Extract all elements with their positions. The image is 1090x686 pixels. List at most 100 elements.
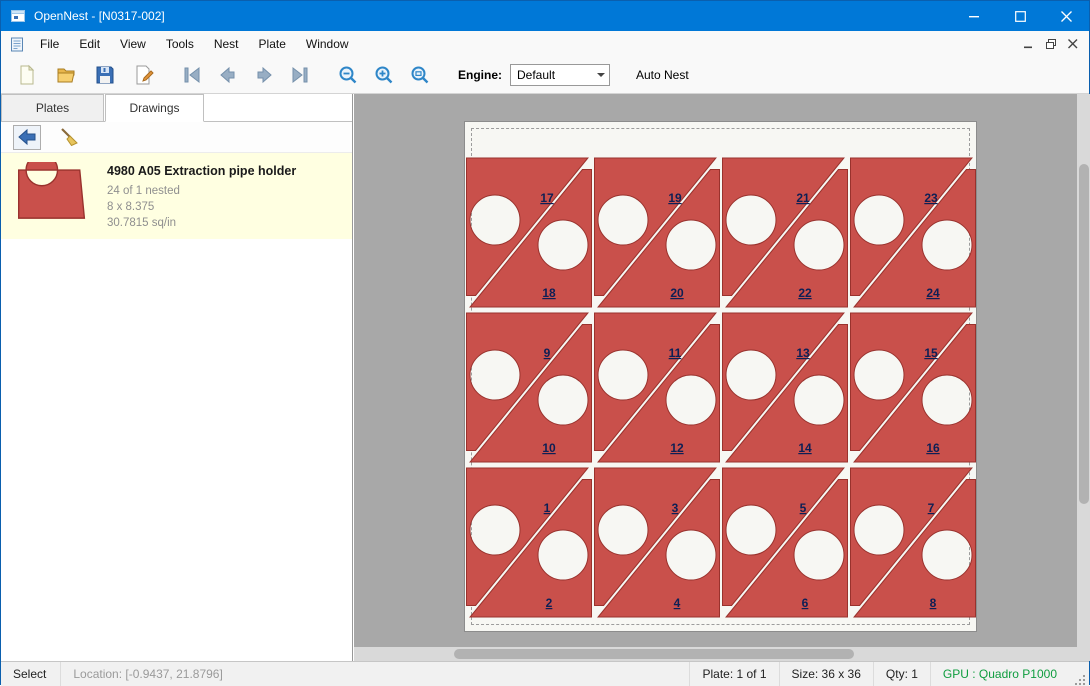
part-number: 14 bbox=[798, 441, 812, 455]
nested-part-pair[interactable]: 23 24 bbox=[849, 156, 977, 309]
zoom-out-button[interactable] bbox=[334, 61, 362, 89]
open-button[interactable] bbox=[52, 61, 80, 89]
title-bar[interactable]: OpenNest - [N0317-002] bbox=[1, 1, 1089, 31]
mdi-restore-button[interactable] bbox=[1040, 34, 1062, 54]
drawing-area: 30.7815 sq/in bbox=[107, 215, 296, 231]
status-plate: Plate: 1 of 1 bbox=[689, 662, 778, 686]
drawing-title: 4980 A05 Extraction pipe holder bbox=[107, 164, 296, 178]
part-number: 16 bbox=[926, 441, 940, 455]
drawing-size: 8 x 8.375 bbox=[107, 199, 296, 215]
nested-part-pair[interactable]: 12 bbox=[465, 466, 593, 619]
blue-left-arrow-icon bbox=[16, 126, 38, 148]
new-button[interactable] bbox=[13, 61, 41, 89]
part-number: 5 bbox=[800, 501, 807, 515]
previous-plate-icon bbox=[217, 64, 239, 86]
app-icon bbox=[10, 8, 26, 24]
clean-button[interactable] bbox=[55, 125, 83, 150]
nested-part-pair[interactable]: 13 14 bbox=[721, 311, 849, 464]
nested-part-pair[interactable]: 56 bbox=[721, 466, 849, 619]
part-number: 21 bbox=[796, 191, 810, 205]
tab-drawings[interactable]: Drawings bbox=[105, 94, 204, 122]
part-number: 11 bbox=[669, 346, 682, 360]
horizontal-scrollbar[interactable] bbox=[354, 647, 1077, 661]
nested-part-pair[interactable]: 34 bbox=[593, 466, 721, 619]
part-number: 13 bbox=[796, 346, 810, 360]
part-number: 23 bbox=[924, 191, 938, 205]
menu-view[interactable]: View bbox=[110, 32, 156, 56]
broom-icon bbox=[58, 126, 80, 148]
document-icon bbox=[10, 37, 24, 52]
first-plate-button[interactable] bbox=[178, 61, 206, 89]
part-number: 6 bbox=[802, 596, 809, 610]
tab-plates[interactable]: Plates bbox=[1, 94, 104, 121]
part-thumbnail bbox=[13, 160, 91, 230]
auto-nest-button[interactable]: Auto Nest bbox=[636, 68, 689, 82]
minimize-button[interactable] bbox=[951, 1, 997, 31]
nested-part-pair[interactable]: 78 bbox=[849, 466, 977, 619]
engine-label: Engine: bbox=[458, 68, 502, 82]
close-button[interactable] bbox=[1043, 1, 1089, 31]
scrollbar-corner bbox=[1077, 647, 1090, 661]
vertical-scrollbar[interactable] bbox=[1077, 94, 1090, 647]
menu-bar: File Edit View Tools Nest Plate Window bbox=[1, 31, 1089, 57]
return-part-button[interactable] bbox=[13, 125, 41, 150]
drawing-nested-count: 24 of 1 nested bbox=[107, 183, 296, 199]
mdi-close-button[interactable] bbox=[1062, 34, 1084, 54]
nest-canvas[interactable]: 171819202122232491011121314151612345678 bbox=[354, 94, 1090, 661]
part-number: 22 bbox=[798, 286, 812, 300]
part-number: 24 bbox=[926, 286, 940, 300]
zoom-fit-button[interactable] bbox=[406, 61, 434, 89]
drawing-list-item[interactable]: 4980 A05 Extraction pipe holder 24 of 1 … bbox=[1, 153, 352, 239]
part-number: 18 bbox=[542, 286, 556, 300]
new-document-icon bbox=[16, 64, 38, 86]
drawings-toolbar bbox=[1, 122, 352, 153]
part-number: 19 bbox=[668, 191, 682, 205]
save-as-icon bbox=[133, 64, 155, 86]
part-number: 8 bbox=[930, 596, 937, 610]
nested-part-pair[interactable]: 1516 bbox=[849, 311, 977, 464]
menu-file[interactable]: File bbox=[30, 32, 69, 56]
part-number: 1 bbox=[544, 501, 551, 515]
next-plate-button[interactable] bbox=[250, 61, 278, 89]
part-number: 7 bbox=[928, 501, 935, 515]
plate-parts: 171819202122232491011121314151612345678 bbox=[465, 122, 976, 631]
engine-select[interactable]: Default bbox=[510, 64, 610, 86]
part-number: 12 bbox=[670, 441, 684, 455]
open-folder-icon bbox=[55, 64, 77, 86]
mdi-minimize-button[interactable] bbox=[1018, 34, 1040, 54]
vertical-scrollbar-thumb[interactable] bbox=[1079, 164, 1089, 504]
nested-part-pair[interactable]: 11 12 bbox=[593, 311, 721, 464]
save-icon bbox=[94, 64, 116, 86]
part-number: 4 bbox=[674, 596, 681, 610]
menu-nest[interactable]: Nest bbox=[204, 32, 249, 56]
first-plate-icon bbox=[181, 64, 203, 86]
zoom-in-button[interactable] bbox=[370, 61, 398, 89]
part-number: 2 bbox=[546, 596, 553, 610]
status-qty: Qty: 1 bbox=[873, 662, 930, 686]
sidebar: Plates Drawings 4980 A05 Extraction pipe… bbox=[1, 94, 353, 661]
sidebar-tabs: Plates Drawings bbox=[1, 94, 352, 122]
engine-value: Default bbox=[517, 68, 555, 82]
previous-plate-button[interactable] bbox=[214, 61, 242, 89]
nested-part-pair[interactable]: 1718 bbox=[465, 156, 593, 309]
plate[interactable]: 171819202122232491011121314151612345678 bbox=[464, 121, 977, 632]
save-as-button[interactable] bbox=[130, 61, 158, 89]
menu-edit[interactable]: Edit bbox=[69, 32, 110, 56]
part-number: 3 bbox=[672, 501, 679, 515]
nested-part-pair[interactable]: 910 bbox=[465, 311, 593, 464]
status-location: Location: [-0.9437, 21.8796] bbox=[60, 662, 234, 686]
status-gpu: GPU : Quadro P1000 bbox=[930, 662, 1069, 686]
nested-part-pair[interactable]: 1920 bbox=[593, 156, 721, 309]
maximize-button[interactable] bbox=[997, 1, 1043, 31]
resize-grip-icon[interactable] bbox=[1073, 673, 1086, 686]
menu-tools[interactable]: Tools bbox=[156, 32, 204, 56]
menu-window[interactable]: Window bbox=[296, 32, 359, 56]
status-bar: Select Location: [-0.9437, 21.8796] Plat… bbox=[1, 661, 1089, 686]
chevron-down-icon[interactable] bbox=[593, 65, 609, 85]
status-size: Size: 36 x 36 bbox=[779, 662, 873, 686]
last-plate-button[interactable] bbox=[286, 61, 314, 89]
nested-part-pair[interactable]: 21 22 bbox=[721, 156, 849, 309]
menu-plate[interactable]: Plate bbox=[249, 32, 296, 56]
save-button[interactable] bbox=[91, 61, 119, 89]
horizontal-scrollbar-thumb[interactable] bbox=[454, 649, 854, 659]
